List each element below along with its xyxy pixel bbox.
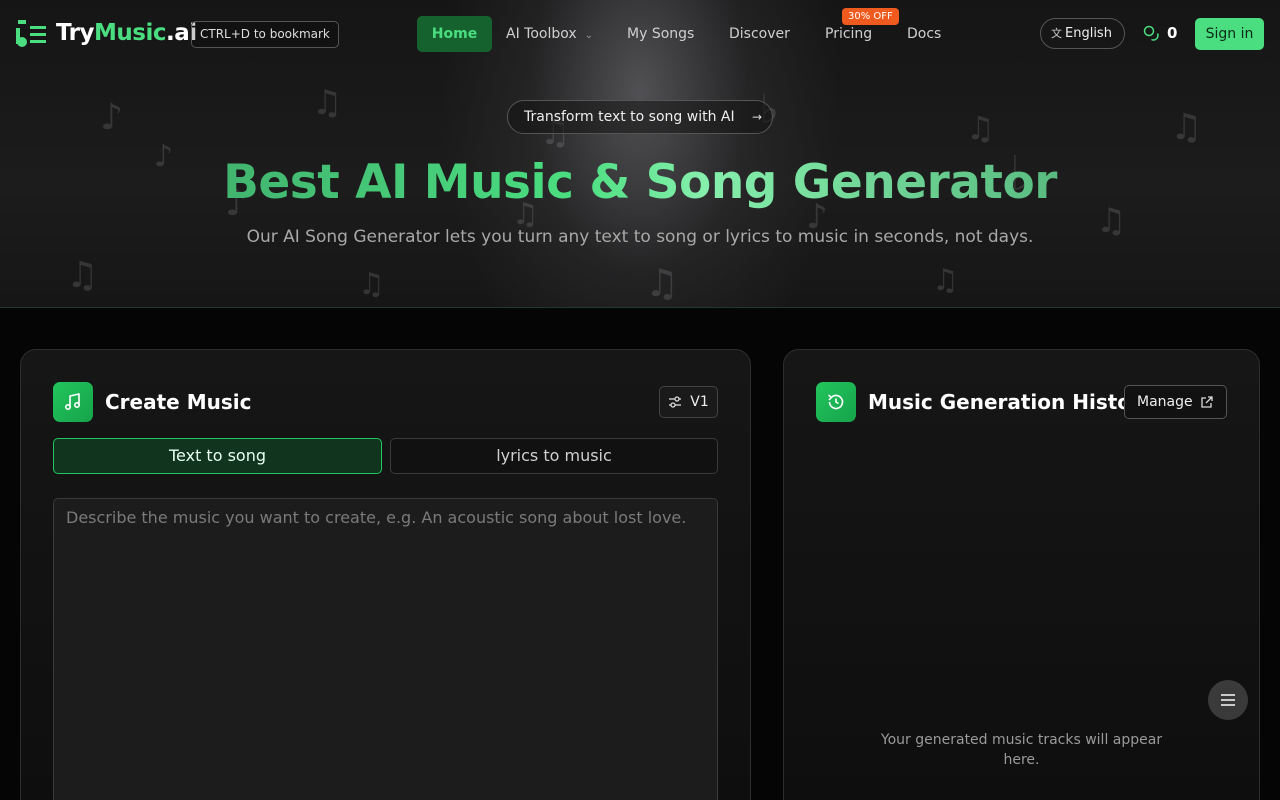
credits-display[interactable]: 0 — [1143, 24, 1177, 42]
music-note-icon — [53, 382, 93, 422]
brand-name-part1: Try — [56, 20, 95, 46]
hamburger-icon — [1221, 694, 1235, 706]
coins-icon — [1143, 25, 1159, 41]
external-link-icon — [1201, 396, 1213, 408]
language-label: English — [1065, 26, 1112, 41]
top-nav: TryMusic.ai CTRL+D to bookmark Home AI T… — [0, 0, 1280, 68]
discount-badge: 30% OFF — [842, 8, 899, 25]
manage-label: Manage — [1137, 394, 1193, 410]
translate-icon: 文 — [1051, 27, 1062, 40]
sliders-icon — [669, 396, 682, 408]
hero-pill-button[interactable]: Transform text to song with AI → — [507, 100, 773, 134]
tab-lyrics-to-music[interactable]: lyrics to music — [390, 438, 718, 474]
tab-text-to-song[interactable]: Text to song — [53, 438, 382, 474]
brand-name: TryMusic.ai — [56, 20, 197, 46]
music-note-decoration: ♫ — [932, 263, 959, 298]
menu-fab-button[interactable] — [1208, 680, 1248, 720]
music-note-decoration: ♫ — [645, 261, 680, 305]
music-note-decoration: ♪ — [100, 97, 123, 138]
brand-name-part2: Music — [94, 20, 166, 46]
music-note-decoration: ♫ — [966, 109, 995, 147]
music-prompt-input[interactable] — [53, 498, 718, 800]
music-note-decoration: ♫ — [1170, 107, 1203, 148]
history-card: Music Generation History Manage Your gen… — [783, 349, 1260, 800]
history-empty-message: Your generated music tracks will appear … — [880, 732, 1163, 768]
language-button[interactable]: 文 English — [1040, 18, 1125, 49]
credits-count: 0 — [1167, 24, 1178, 42]
version-label: V1 — [690, 394, 709, 410]
nav-docs[interactable]: Docs — [907, 16, 941, 52]
arrow-right-icon: → — [751, 110, 762, 124]
nav-discover[interactable]: Discover — [729, 16, 790, 52]
music-note-decoration: ♫ — [312, 83, 343, 123]
hero-title: Best AI Music & Song Generator — [0, 155, 1280, 210]
create-music-title: Create Music — [105, 390, 252, 414]
nav-ai-toolbox-label: AI Toolbox — [506, 26, 577, 42]
history-title: Music Generation History — [868, 390, 1154, 414]
hero-subtitle: Our AI Song Generator lets you turn any … — [246, 227, 1034, 247]
nav-my-songs[interactable]: My Songs — [627, 16, 694, 52]
brand-logo[interactable]: TryMusic.ai — [16, 18, 197, 48]
chevron-down-icon: ⌄ — [584, 30, 594, 41]
sign-in-button[interactable]: Sign in — [1195, 18, 1264, 50]
nav-home[interactable]: Home — [417, 16, 492, 52]
hero-pill-label: Transform text to song with AI — [524, 109, 735, 125]
create-music-card: Create Music V1 Text to song lyrics to m… — [20, 349, 751, 800]
manage-button[interactable]: Manage — [1124, 385, 1227, 419]
version-settings-button[interactable]: V1 — [659, 386, 718, 418]
history-icon — [816, 382, 856, 422]
nav-ai-toolbox[interactable]: AI Toolbox ⌄ — [506, 16, 593, 52]
music-list-icon — [16, 20, 46, 47]
music-note-decoration: ♫ — [66, 255, 99, 296]
music-note-decoration: ♫ — [358, 267, 385, 302]
bookmark-hint: CTRL+D to bookmark — [191, 21, 339, 48]
